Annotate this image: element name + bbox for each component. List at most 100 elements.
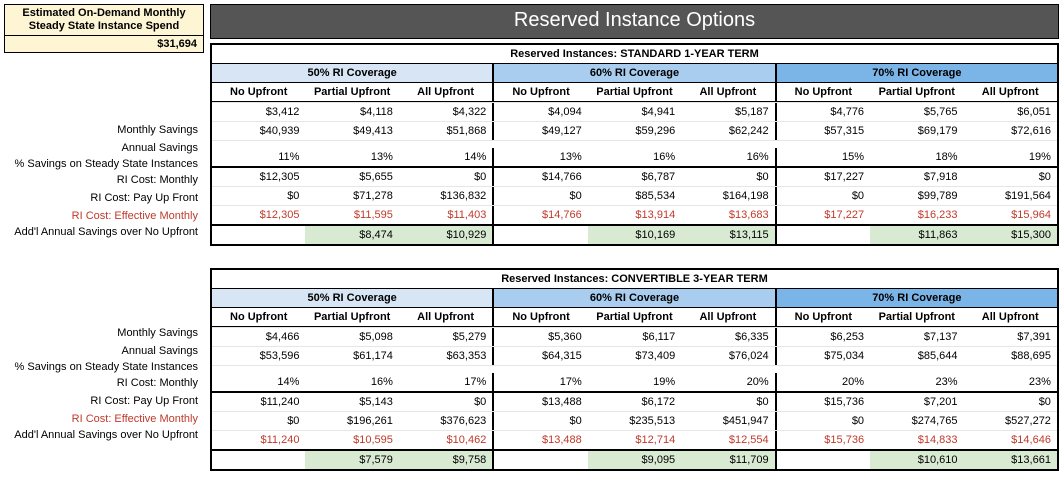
- estimate-value: $31,694: [4, 36, 204, 53]
- data-row-rie: $11,240$10,595$10,462$13,488$12,714$12,5…: [212, 430, 1057, 449]
- cell: 23%: [870, 373, 963, 391]
- subheader-au: All Upfront: [399, 83, 492, 102]
- cell: 19%: [964, 148, 1057, 166]
- subheader-nu: No Upfront: [775, 83, 870, 102]
- section-convertible: Reserved Instances: CONVERTIBLE 3-YEAR T…: [210, 268, 1059, 471]
- cell: $6,051: [964, 103, 1057, 121]
- data-row-as: $53,596$61,174$63,353$64,315$73,409$76,0…: [212, 346, 1057, 365]
- cell: $0: [492, 412, 587, 430]
- cell: $72,616: [964, 122, 1057, 140]
- cov-50: 50% RI Coverage: [212, 64, 492, 83]
- cell: $59,296: [588, 122, 681, 140]
- cell: $49,127: [492, 122, 587, 140]
- cell: $15,300: [964, 226, 1057, 244]
- cell: $0: [775, 187, 870, 205]
- cell: $71,278: [305, 187, 398, 205]
- subheader-au: All Upfront: [964, 308, 1057, 327]
- cell: $0: [399, 393, 492, 411]
- cell: $10,462: [399, 431, 492, 449]
- cell: $9,758: [399, 451, 492, 469]
- data-row-addl: $7,579$9,758$9,095$11,709$10,610$13,661: [212, 449, 1057, 469]
- cell: $16,233: [870, 206, 963, 224]
- cell: $0: [964, 393, 1057, 411]
- section-header-std: Reserved Instances: STANDARD 1-YEAR TERM: [212, 45, 1057, 64]
- cell: $7,391: [964, 328, 1057, 346]
- label-addl2: Add'l Annual Savings over No Upfront: [4, 428, 204, 442]
- right-column: Reserved Instance Options Reserved Insta…: [210, 4, 1059, 471]
- cell: $0: [492, 187, 587, 205]
- estimate-label: Estimated On-Demand Monthly Steady State…: [4, 4, 204, 36]
- cell: $13,661: [964, 451, 1057, 469]
- label-rip2: RI Cost: Pay Up Front: [4, 392, 204, 410]
- subheader-row: No UpfrontPartial UpfrontAll UpfrontNo U…: [212, 308, 1057, 327]
- cell: $85,534: [588, 187, 681, 205]
- cell: $73,409: [588, 347, 681, 365]
- cell: $76,024: [681, 347, 774, 365]
- cov-70: 70% RI Coverage: [775, 64, 1057, 83]
- cell: 17%: [492, 373, 587, 391]
- cell: $0: [399, 168, 492, 186]
- cell: $63,353: [399, 347, 492, 365]
- subheader-pu: Partial Upfront: [588, 83, 681, 102]
- cell: $14,766: [492, 168, 587, 186]
- cell: [492, 226, 587, 244]
- cell: [775, 226, 870, 244]
- cell: $13,914: [588, 206, 681, 224]
- label-pct: % Savings on Steady State Instances: [4, 157, 204, 171]
- label-as: Annual Savings: [4, 139, 204, 157]
- subheader-nu: No Upfront: [492, 308, 587, 327]
- cell: $17,227: [775, 206, 870, 224]
- cell: 18%: [870, 148, 963, 166]
- cell: $9,095: [588, 451, 681, 469]
- left-column: Estimated On-Demand Monthly Steady State…: [4, 4, 204, 442]
- data-row-rip: $0$71,278$136,832$0$85,534$164,198$0$99,…: [212, 186, 1057, 205]
- cell: $88,695: [964, 347, 1057, 365]
- cell: 13%: [492, 148, 587, 166]
- label-ms: Monthly Savings: [4, 121, 204, 139]
- page: Estimated On-Demand Monthly Steady State…: [0, 0, 1063, 475]
- cell: $274,765: [870, 412, 963, 430]
- cell: $7,201: [870, 393, 963, 411]
- cell: $14,646: [964, 431, 1057, 449]
- cov-50: 50% RI Coverage: [212, 289, 492, 308]
- cell: $235,513: [588, 412, 681, 430]
- cell: $12,714: [588, 431, 681, 449]
- label-addl: Add'l Annual Savings over No Upfront: [4, 225, 204, 239]
- cell: $53,596: [212, 347, 305, 365]
- label-rie: RI Cost: Effective Monthly: [4, 207, 204, 225]
- cell: $0: [212, 187, 305, 205]
- data-row-ms: $4,466$5,098$5,279$5,360$6,117$6,335$6,2…: [212, 327, 1057, 346]
- cell: $11,595: [305, 206, 398, 224]
- cell: $6,172: [588, 393, 681, 411]
- coverage-row: 50% RI Coverage 60% RI Coverage 70% RI C…: [212, 64, 1057, 83]
- cell: 13%: [305, 148, 398, 166]
- data-row-pct: 14%16%17%17%19%20%20%23%23%: [212, 365, 1057, 391]
- row-labels-std: Monthly Savings Annual Savings % Savings…: [4, 53, 204, 239]
- label-rim2: RI Cost: Monthly: [4, 374, 204, 392]
- cell: 23%: [964, 373, 1057, 391]
- subheader-pu: Partial Upfront: [870, 83, 963, 102]
- cell: [775, 451, 870, 469]
- coverage-row: 50% RI Coverage 60% RI Coverage 70% RI C…: [212, 289, 1057, 308]
- label-pct2: % Savings on Steady State Instances: [4, 360, 204, 374]
- subheader-au: All Upfront: [681, 83, 774, 102]
- data-row-ms: $3,412$4,118$4,322$4,094$4,941$5,187$4,7…: [212, 102, 1057, 121]
- cell: $451,947: [681, 412, 774, 430]
- cell: $5,098: [305, 328, 398, 346]
- cell: 20%: [775, 373, 870, 391]
- cell: 19%: [588, 373, 681, 391]
- cell: $10,169: [588, 226, 681, 244]
- cell: $11,240: [212, 431, 305, 449]
- subheader-pu: Partial Upfront: [305, 308, 398, 327]
- cell: 20%: [681, 373, 774, 391]
- cell: $51,868: [399, 122, 492, 140]
- data-row-rim: $11,240$5,143$0$13,488$6,172$0$15,736$7,…: [212, 391, 1057, 411]
- cell: $8,474: [305, 226, 398, 244]
- cell: 15%: [775, 148, 870, 166]
- subheader-au: All Upfront: [964, 83, 1057, 102]
- cell: [492, 451, 587, 469]
- subheader-pu: Partial Upfront: [588, 308, 681, 327]
- subheader-nu: No Upfront: [212, 83, 305, 102]
- page-title: Reserved Instance Options: [210, 4, 1059, 39]
- cell: $136,832: [399, 187, 492, 205]
